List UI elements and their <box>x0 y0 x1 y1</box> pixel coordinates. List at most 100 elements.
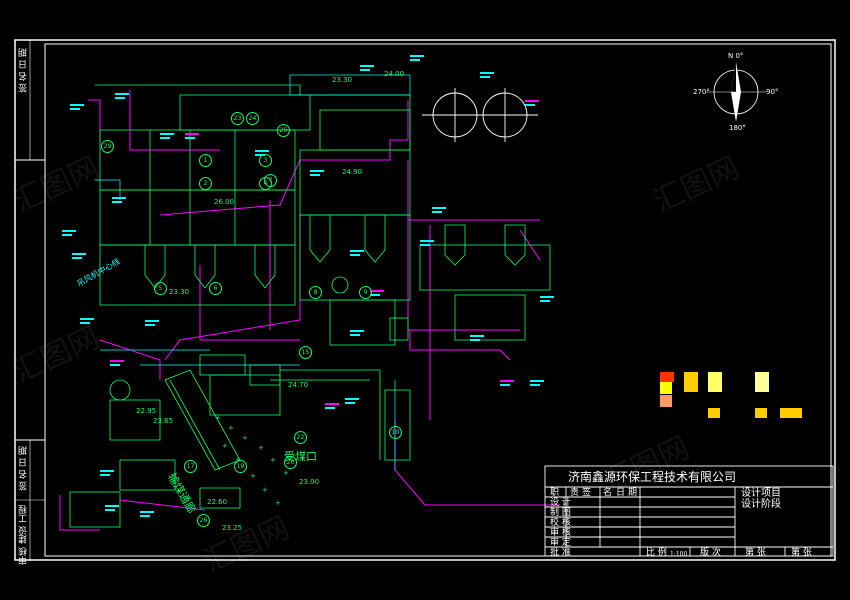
annotation-tag <box>62 230 76 232</box>
svg-text:+: + <box>250 472 256 480</box>
annotation-tag <box>115 97 125 99</box>
annotation-tag <box>72 253 86 255</box>
scale-label: 比 例 <box>646 548 667 558</box>
left-strip-top-text: 签 名 日 期 <box>19 48 29 93</box>
annotation-tag <box>100 474 110 476</box>
annotation-tag <box>350 330 364 332</box>
annotation-tag <box>310 174 320 176</box>
version-label: 版 次 <box>700 548 721 558</box>
elevation-label: 24.70 <box>288 381 309 389</box>
annotation-tag <box>160 133 174 135</box>
annotation-tag <box>360 69 370 71</box>
annotation-tag <box>105 509 115 511</box>
annotation-tag <box>350 254 360 256</box>
elevation-label: 22.95 <box>136 407 157 415</box>
title-col-header: 日 <box>616 488 626 498</box>
equipment-number: 5 <box>154 282 167 295</box>
equipment-number: 1 <box>199 154 212 167</box>
equipment-number: 3 <box>259 154 272 167</box>
annotation-tag <box>345 402 355 404</box>
annotation-tag <box>70 104 84 106</box>
annotation-tag <box>325 407 335 409</box>
annotation-tag <box>530 384 540 386</box>
annotation-tag <box>360 65 374 67</box>
equipment-number: 9 <box>359 286 372 299</box>
annotation-tag <box>80 322 90 324</box>
svg-text:+: + <box>215 414 221 422</box>
annotation-tag <box>110 364 120 366</box>
sheet-total-label: 第 张 <box>791 548 812 558</box>
scale-value: 1:100 <box>670 551 688 558</box>
title-col-header: 期 <box>628 488 638 498</box>
company-name: 济南鑫源环保工程技术有限公司 <box>568 470 737 484</box>
equipment-number: 2 <box>199 177 212 190</box>
annotation-tag <box>105 505 119 507</box>
svg-text:+: + <box>270 456 276 464</box>
left-strip-bottom-text: 签 名 日 期 <box>19 446 29 491</box>
annotation-tag <box>480 72 494 74</box>
annotation-tag <box>62 234 72 236</box>
annotation-tag <box>410 55 424 57</box>
svg-text:+: + <box>242 434 248 442</box>
annotation-tag <box>432 211 442 213</box>
annotation-tag <box>145 320 159 322</box>
annotation-tag <box>530 380 544 382</box>
elevation-label: 24.90 <box>342 168 363 176</box>
svg-text:+: + <box>228 424 234 432</box>
annotation-tag <box>70 108 80 110</box>
compass-icon <box>706 62 766 122</box>
equipment-number: 17 <box>184 460 197 473</box>
annotation-tag <box>80 318 94 320</box>
annotation-tag <box>525 100 539 102</box>
equipment-number: 7 <box>264 174 277 187</box>
elevation-label: 22.60 <box>207 498 228 506</box>
annotation-tag <box>255 150 269 152</box>
annotation-tag <box>480 76 490 78</box>
elevation-label: 24.00 <box>384 70 405 78</box>
svg-text:+: + <box>258 444 264 452</box>
annotation-tag <box>112 197 126 199</box>
annotation-tag <box>420 240 434 242</box>
title-col-header: 责 <box>570 488 580 498</box>
pipe-network <box>59 90 560 531</box>
annotation-tag <box>350 334 360 336</box>
site-plan: +++ +++ +++ ++ <box>14 39 836 561</box>
equipment-number: 20 <box>284 456 297 469</box>
annotation-tag <box>540 300 550 302</box>
compass-east-label: 90° <box>766 88 779 96</box>
equipment-number: 24 <box>246 112 259 125</box>
title-col-header: 名 <box>603 488 613 498</box>
annotation-tag <box>350 250 364 252</box>
compass-west-label: 270° <box>693 88 710 96</box>
elevation-label: 23.00 <box>299 478 320 486</box>
annotation-tag <box>470 335 484 337</box>
annotation-tag <box>160 137 170 139</box>
sheet-label: 第 张 <box>745 548 766 558</box>
drawing-canvas: 汇图网 汇图网 汇图网 汇图网 汇图网 + + + + + + + + + + … <box>0 0 850 600</box>
equipment-number: 29 <box>101 140 114 153</box>
equipment-number: 19 <box>234 460 247 473</box>
annotation-tag <box>185 137 195 139</box>
elevation-label: 23.65 <box>153 417 174 425</box>
annotation-tag <box>310 170 324 172</box>
annotation-tag <box>500 380 514 382</box>
title-row-label: 批 准 <box>550 548 571 558</box>
equipment-number: 26 <box>197 514 210 527</box>
elevation-label: 23.30 <box>332 76 353 84</box>
annotation-tag <box>432 207 446 209</box>
legend-swatches <box>660 372 802 418</box>
svg-text:+: + <box>262 486 268 494</box>
annotation-tag <box>410 59 420 61</box>
annotation-tag <box>115 93 129 95</box>
title-col-header: 签 <box>582 488 592 498</box>
elevation-label: 23.25 <box>222 524 243 532</box>
annotation-tag <box>112 201 122 203</box>
annotation-tag <box>470 339 480 341</box>
equipment-number: 6 <box>209 282 222 295</box>
elevation-label: 23.30 <box>169 288 190 296</box>
annotation-tag <box>100 470 114 472</box>
equipment-number: 15 <box>299 346 312 359</box>
compass-south-label: 180° <box>729 124 746 132</box>
annotation-tag <box>145 324 155 326</box>
annotation-tag <box>500 384 510 386</box>
